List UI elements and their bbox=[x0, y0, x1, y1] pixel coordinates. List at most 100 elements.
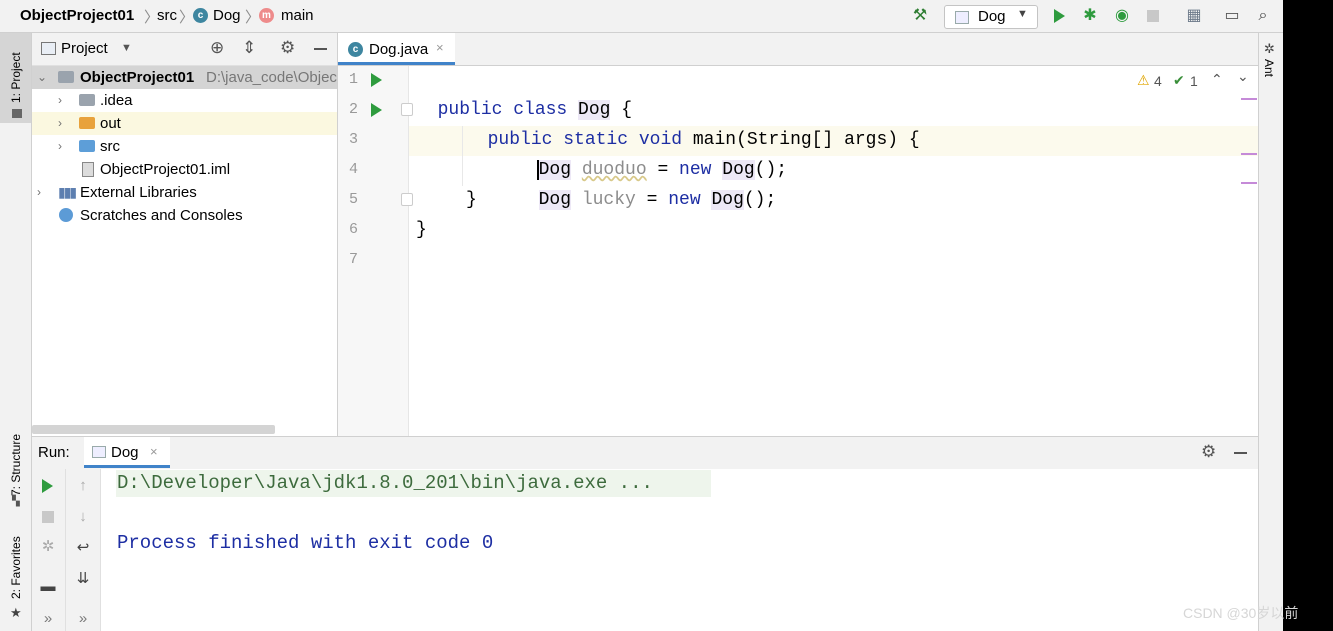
chevron-right-icon[interactable]: › bbox=[58, 89, 62, 112]
collapse-all-icon[interactable]: ⇕ bbox=[242, 38, 256, 58]
code-line-2: public static void main(String[] args) { bbox=[466, 95, 920, 150]
rerun-icon[interactable] bbox=[42, 479, 53, 493]
error-stripe-mark[interactable] bbox=[1241, 182, 1257, 184]
check-count: 1 bbox=[1190, 73, 1198, 89]
line-number: 6 bbox=[348, 221, 358, 238]
run-config-icon bbox=[92, 446, 106, 458]
fold-icon[interactable] bbox=[401, 103, 413, 116]
tree-item-project-root[interactable]: ⌄ ObjectProject01 D:\java_code\Objec bbox=[32, 66, 337, 89]
ant-icon: ✲ bbox=[1264, 41, 1275, 56]
close-icon[interactable]: × bbox=[436, 40, 444, 55]
project-panel-header: Project ▼ ⊕ ⇕ ⚙ bbox=[32, 33, 337, 66]
tree-item-idea[interactable]: › .idea bbox=[32, 89, 337, 112]
navigation-bar: ObjectProject01 〉 src 〉 c Dog 〉 m main ⚒… bbox=[0, 0, 1283, 33]
minimize-icon[interactable] bbox=[314, 48, 327, 50]
minimize-icon[interactable] bbox=[1234, 452, 1247, 454]
run-toolbar-secondary: ↑ ↓ ↩ ⇊ » bbox=[66, 469, 101, 631]
chevron-right-icon[interactable]: › bbox=[37, 181, 41, 204]
file-icon bbox=[82, 162, 94, 177]
run-toolbar-primary: ✲ ▬ » bbox=[32, 469, 66, 631]
tree-item-label: Scratches and Consoles bbox=[80, 207, 243, 224]
more-icon[interactable]: » bbox=[73, 609, 93, 629]
project-structure-icon[interactable]: ▦ bbox=[1184, 6, 1204, 26]
locate-target-icon[interactable]: ⊕ bbox=[210, 38, 224, 58]
tree-item-label: .idea bbox=[100, 92, 133, 109]
gear-icon[interactable]: ⚙ bbox=[1201, 442, 1216, 462]
run-tab-label: Dog bbox=[111, 444, 139, 461]
restore-layout-icon[interactable]: ✲ bbox=[38, 537, 58, 557]
arrow-up-icon[interactable]: ↑ bbox=[73, 476, 93, 496]
code-text: (); bbox=[743, 190, 777, 210]
error-stripe-mark[interactable] bbox=[1241, 98, 1257, 100]
run-panel-label: Run: bbox=[38, 444, 70, 461]
chevron-down-icon[interactable]: ⌄ bbox=[37, 66, 47, 89]
fold-icon[interactable] bbox=[401, 193, 413, 206]
folder-icon bbox=[12, 109, 22, 118]
run-class-gutter-icon[interactable] bbox=[371, 73, 382, 87]
check-icon[interactable]: ✔ bbox=[1173, 72, 1185, 89]
run-tab-dog[interactable]: Dog × bbox=[84, 437, 170, 468]
tool-tab-ant[interactable]: Ant bbox=[1262, 59, 1276, 77]
library-icon: ▮▮▮ bbox=[58, 184, 77, 200]
chevron-down-icon: ▼ bbox=[1017, 8, 1028, 20]
tree-item-label: out bbox=[100, 115, 121, 132]
presentation-icon[interactable]: ▭ bbox=[1222, 6, 1242, 26]
soft-wrap-icon[interactable]: ↩ bbox=[73, 538, 93, 558]
type-name: Dog bbox=[538, 190, 572, 210]
build-hammer-icon[interactable]: ⚒ bbox=[910, 6, 930, 26]
horizontal-scrollbar[interactable] bbox=[32, 425, 275, 434]
chevron-right-icon[interactable]: › bbox=[58, 135, 62, 158]
tab-dog-java[interactable]: c Dog.java × bbox=[338, 33, 455, 65]
chevron-right-icon[interactable]: › bbox=[58, 112, 62, 135]
tool-tab-structure[interactable]: 7: Structure bbox=[9, 434, 23, 496]
editor-tab-bar bbox=[338, 33, 1258, 66]
left-tool-strip: 1: Project 7: Structure ▚ 2: Favorites ★ bbox=[0, 33, 32, 631]
breadcrumb-method[interactable]: main bbox=[281, 7, 314, 24]
stop-icon[interactable] bbox=[42, 511, 54, 523]
close-icon[interactable]: × bbox=[150, 444, 158, 459]
star-icon: ★ bbox=[10, 605, 22, 620]
tree-item-src[interactable]: › src bbox=[32, 135, 337, 158]
tool-tab-favorites[interactable]: 2: Favorites bbox=[9, 536, 23, 599]
tree-item-path: D:\java_code\Objec bbox=[206, 69, 337, 86]
class-icon: c bbox=[348, 42, 363, 57]
arrow-down-icon[interactable]: ↓ bbox=[73, 507, 93, 527]
line-number: 7 bbox=[348, 251, 358, 268]
tool-tab-project[interactable]: 1: Project bbox=[9, 52, 23, 103]
breadcrumb-class[interactable]: Dog bbox=[213, 7, 241, 24]
tree-item-scratches[interactable]: Scratches and Consoles bbox=[32, 204, 337, 227]
scroll-to-end-icon[interactable]: ⇊ bbox=[73, 569, 93, 589]
run-icon[interactable] bbox=[1054, 9, 1065, 23]
project-panel-title[interactable]: Project bbox=[61, 40, 108, 57]
tree-item-label: ObjectProject01.iml bbox=[100, 161, 231, 178]
run-main-gutter-icon[interactable] bbox=[371, 103, 382, 117]
code-text: } bbox=[466, 190, 477, 210]
chevron-up-icon[interactable]: ⌃ bbox=[1211, 71, 1223, 88]
breadcrumb-src[interactable]: src bbox=[157, 7, 177, 24]
debug-bug-icon[interactable]: ✱ bbox=[1080, 6, 1100, 26]
error-stripe-mark[interactable] bbox=[1241, 153, 1257, 155]
gear-icon[interactable]: ⚙ bbox=[280, 38, 295, 58]
search-icon[interactable]: ⌕ bbox=[1253, 6, 1273, 26]
console-command-line: D:\Developer\Java\jdk1.8.0_201\bin\java.… bbox=[117, 472, 653, 494]
tree-item-label: ObjectProject01 bbox=[80, 69, 195, 86]
class-icon: c bbox=[193, 8, 208, 23]
more-icon[interactable]: » bbox=[38, 609, 58, 629]
line-number: 2 bbox=[348, 101, 358, 118]
breadcrumb-separator: 〉 bbox=[179, 9, 195, 26]
run-configuration-select[interactable]: Dog ▼ bbox=[944, 5, 1038, 29]
chevron-down-icon[interactable]: ⌄ bbox=[1237, 68, 1249, 85]
line-number: 3 bbox=[348, 131, 358, 148]
layout-icon[interactable]: ▬ bbox=[38, 577, 58, 597]
stop-icon[interactable] bbox=[1147, 10, 1159, 22]
tree-item-iml[interactable]: ObjectProject01.iml bbox=[32, 158, 337, 181]
coverage-icon[interactable]: ◉ bbox=[1112, 6, 1132, 26]
tree-item-external-libraries[interactable]: › ▮▮▮ External Libraries bbox=[32, 181, 337, 204]
warning-icon[interactable]: ⚠ bbox=[1137, 72, 1150, 89]
tree-item-out[interactable]: › out bbox=[32, 112, 337, 135]
chevron-down-icon[interactable]: ▼ bbox=[121, 42, 132, 54]
breadcrumb-project[interactable]: ObjectProject01 bbox=[20, 7, 134, 24]
line-number: 5 bbox=[348, 191, 358, 208]
run-panel-header: Run: Dog × ⚙ bbox=[32, 436, 1258, 470]
indent-guide bbox=[462, 126, 463, 186]
